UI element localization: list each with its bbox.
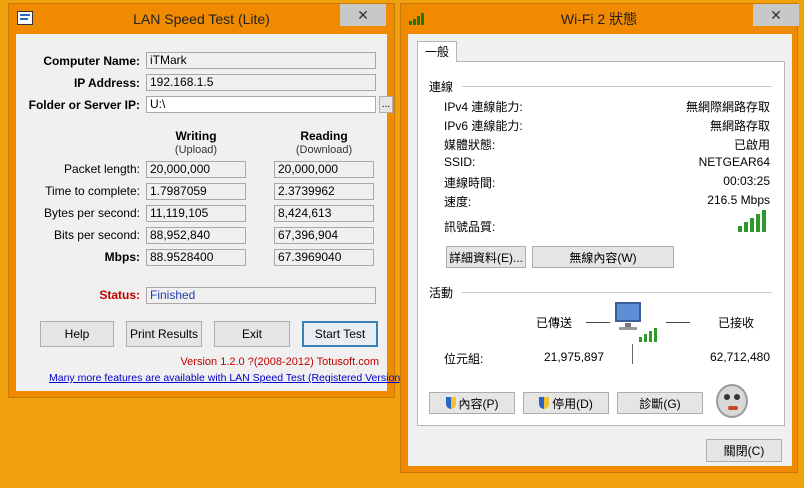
ipv6-value: 無網路存取 xyxy=(709,119,770,133)
computer-name-label: Computer Name: xyxy=(43,54,140,68)
details-button[interactable]: 詳細資料(E)... xyxy=(446,246,526,268)
speed-value: 216.5 Mbps xyxy=(707,193,770,207)
window-title: LAN Speed Test (Lite) xyxy=(133,11,270,27)
bytes-per-second-write: 11,119,105 xyxy=(146,205,246,222)
connection-group-title: 連線 xyxy=(429,80,454,94)
shield-icon xyxy=(539,397,550,409)
download-subheader: (Download) xyxy=(295,144,353,156)
wireless-properties-button[interactable]: 無線內容(W) xyxy=(532,246,674,268)
bytes-divider xyxy=(632,344,633,364)
ip-address-field: 192.168.1.5 xyxy=(146,74,376,91)
window-title: Wi-Fi 2 狀態 xyxy=(560,11,638,27)
sent-label: 已傳送 xyxy=(536,316,573,330)
packet-length-write: 20,000,000 xyxy=(146,161,246,178)
properties-button-label: 內容(P) xyxy=(458,396,499,411)
mascot-logo-icon xyxy=(710,380,756,422)
connection-group-divider xyxy=(462,86,772,87)
time-to-complete-read: 2.3739962 xyxy=(274,183,374,200)
bytes-received-value: 62,712,480 xyxy=(709,350,770,364)
media-state-label: 媒體狀態: xyxy=(444,138,496,152)
shield-icon xyxy=(445,397,456,409)
packet-length-read: 20,000,000 xyxy=(274,161,374,178)
wifi-client-area: 一般 連線 IPv4 連線能力: 無網際網路存取 IPv6 連線能力: 無網路存… xyxy=(408,34,792,466)
media-state-value: 已啟用 xyxy=(733,138,770,152)
properties-button[interactable]: 內容(P) xyxy=(429,392,515,414)
computer-name-field: iTMark xyxy=(146,52,376,69)
status-field: Finished xyxy=(146,287,376,304)
folder-input[interactable]: U:\ xyxy=(146,96,376,113)
ssid-row: SSID: NETGEAR64 xyxy=(418,155,784,173)
wifi-status-window: Wi-Fi 2 狀態 ✕ 一般 連線 IPv4 連線能力: 無網際網路存取 IP… xyxy=(400,3,799,473)
disable-button[interactable]: 停用(D) xyxy=(523,392,609,414)
signal-bars-icon xyxy=(738,210,766,232)
speed-label: 速度: xyxy=(444,195,472,209)
writing-header: Writing xyxy=(175,129,217,143)
mbps-label: Mbps: xyxy=(104,250,140,264)
ipv6-label: IPv6 連線能力: xyxy=(444,119,523,133)
reading-header: Reading xyxy=(300,129,348,143)
bytes-per-second-read: 8,424,613 xyxy=(274,205,374,222)
activity-group-divider xyxy=(462,292,772,293)
mbps-read: 67.3969040 xyxy=(274,249,374,266)
speed-row: 速度: 216.5 Mbps xyxy=(418,193,784,211)
activity-group-title: 活動 xyxy=(429,286,454,300)
ipv4-label: IPv4 連線能力: xyxy=(444,100,523,114)
help-button[interactable]: Help xyxy=(40,321,114,347)
duration-value: 00:03:25 xyxy=(723,174,770,188)
media-state-row: 媒體狀態: 已啟用 xyxy=(418,136,784,154)
bytes-sent-value: 21,975,897 xyxy=(544,350,605,364)
signal-quality-row: 訊號品質: xyxy=(418,218,784,236)
ip-address-label: IP Address: xyxy=(73,76,140,90)
packet-length-label: Packet length: xyxy=(63,162,140,176)
time-to-complete-write: 1.7987059 xyxy=(146,183,246,200)
bits-per-second-write: 88,952,840 xyxy=(146,227,246,244)
folder-label: Folder or Server IP: xyxy=(28,98,140,112)
signal-quality-label: 訊號品質: xyxy=(444,220,496,234)
exit-button[interactable]: Exit xyxy=(214,321,290,347)
time-to-complete-label: Time to complete: xyxy=(45,184,140,198)
registered-version-link[interactable]: Many more features are available with LA… xyxy=(49,372,404,384)
close-button[interactable]: 關閉(C) xyxy=(706,439,782,462)
ipv4-value: 無網際網路存取 xyxy=(685,100,770,114)
bits-per-second-read: 67,396,904 xyxy=(274,227,374,244)
received-label: 已接收 xyxy=(718,316,755,330)
print-results-button[interactable]: Print Results xyxy=(126,321,202,347)
version-text: Version 1.2.0 ?(2008-2012) Totusoft.com xyxy=(180,356,379,368)
lan-speed-test-window: LAN Speed Test (Lite) ✕ Computer Name: i… xyxy=(8,3,404,398)
network-computer-icon xyxy=(615,302,659,342)
upload-subheader: (Upload) xyxy=(174,144,218,156)
ssid-label: SSID: xyxy=(444,155,476,169)
sent-line xyxy=(586,322,610,323)
browse-button[interactable]: ... xyxy=(379,96,393,113)
lan-client-area: Computer Name: iTMark IP Address: 192.16… xyxy=(16,34,404,391)
ipv6-row: IPv6 連線能力: 無網路存取 xyxy=(418,117,784,135)
bits-per-second-label: Bits per second: xyxy=(53,228,140,242)
close-icon[interactable]: ✕ xyxy=(340,4,386,26)
mbps-write: 88.9528400 xyxy=(146,249,246,266)
ipv4-row: IPv4 連線能力: 無網際網路存取 xyxy=(418,98,784,116)
status-label: Status: xyxy=(99,288,140,302)
close-icon[interactable]: ✕ xyxy=(753,4,799,26)
tab-panel: 連線 IPv4 連線能力: 無網際網路存取 IPv6 連線能力: 無網路存取 媒… xyxy=(417,61,785,426)
duration-label: 連線時間: xyxy=(444,176,496,190)
tab-general[interactable]: 一般 xyxy=(417,41,457,62)
ssid-value: NETGEAR64 xyxy=(698,155,770,169)
received-line xyxy=(666,322,690,323)
start-test-button[interactable]: Start Test xyxy=(302,321,378,347)
diagnose-button[interactable]: 診斷(G) xyxy=(617,392,703,414)
disable-button-label: 停用(D) xyxy=(552,396,593,411)
bytes-label: 位元組: xyxy=(444,352,484,366)
duration-row: 連線時間: 00:03:25 xyxy=(418,174,784,192)
bytes-per-second-label: Bytes per second: xyxy=(43,206,140,220)
